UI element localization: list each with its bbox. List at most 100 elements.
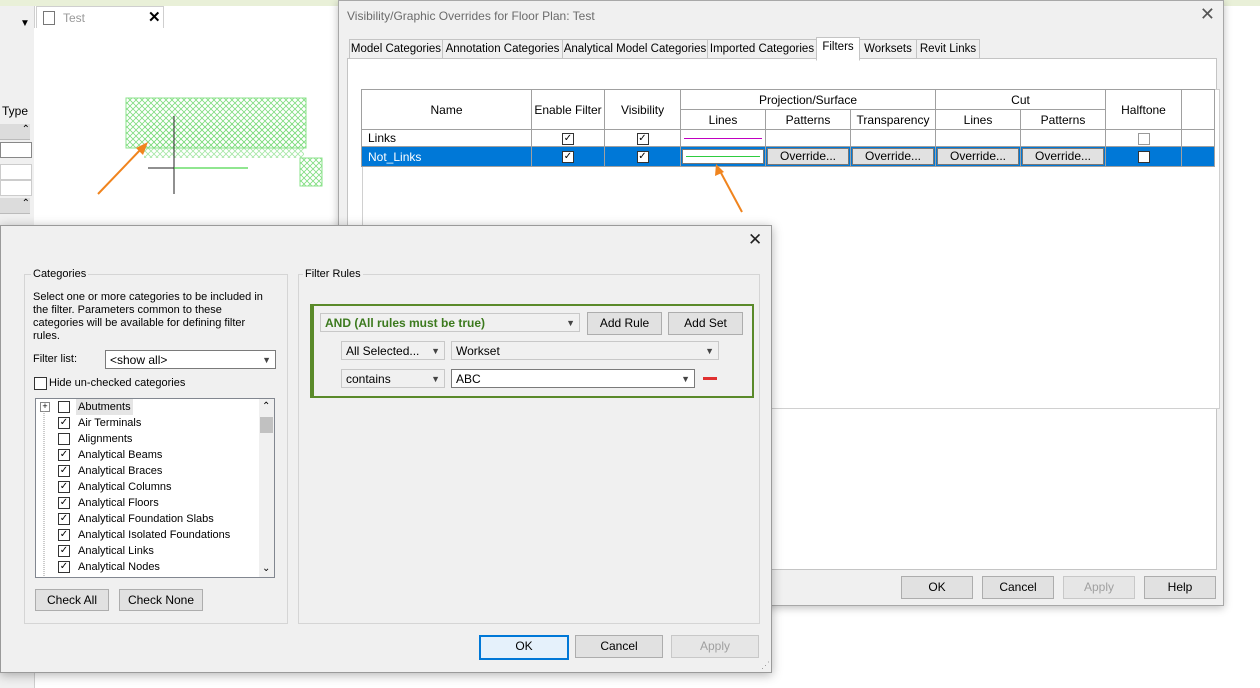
list-item[interactable]: + Abutments xyxy=(36,399,258,415)
list-scrollbar[interactable]: ⌃ ⌄ xyxy=(259,399,274,577)
apply-button[interactable]: Apply xyxy=(671,635,759,658)
annotation-arrow xyxy=(715,164,743,213)
chevron-down-icon: ▼ xyxy=(431,346,440,356)
ok-button[interactable]: OK xyxy=(479,635,569,660)
add-set-button[interactable]: Add Set xyxy=(668,312,743,335)
filter-list-dropdown[interactable]: <show all> ▼ xyxy=(105,350,276,369)
category-checkbox[interactable]: ✓ xyxy=(58,545,70,557)
list-item[interactable]: ✓ Analytical Columns xyxy=(36,479,258,495)
check-none-button[interactable]: Check None xyxy=(119,589,203,611)
property-field[interactable] xyxy=(0,164,32,180)
list-item[interactable]: ✓ Analytical Braces xyxy=(36,463,258,479)
filter-name-cell[interactable]: Links xyxy=(361,129,532,147)
tab-imported-categories[interactable]: Imported Categories xyxy=(707,39,817,60)
col-empty-header xyxy=(1181,89,1215,130)
property-field[interactable] xyxy=(0,180,32,196)
remove-rule-icon[interactable] xyxy=(703,377,717,380)
list-item[interactable]: ✓ Analytical Foundation Slabs xyxy=(36,511,258,527)
list-item[interactable]: ✓ Analytical Nodes xyxy=(36,559,258,575)
category-checkbox[interactable] xyxy=(58,401,70,413)
filter-name-cell[interactable]: Not_Links xyxy=(361,146,532,167)
hide-unchecked-checkbox[interactable] xyxy=(34,377,47,390)
parameter-dropdown[interactable]: Workset ▼ xyxy=(451,341,719,360)
category-checkbox[interactable]: ✓ xyxy=(58,513,70,525)
tab-worksets[interactable]: Worksets xyxy=(859,39,917,60)
list-item[interactable]: Alignments xyxy=(36,431,258,447)
table-row-selected[interactable]: Not_Links ✓ ✓ Override... Override... Ov… xyxy=(361,146,1215,167)
add-rule-button[interactable]: Add Rule xyxy=(587,312,662,335)
tab-annotation-categories[interactable]: Annotation Categories xyxy=(442,39,563,60)
help-button[interactable]: Help xyxy=(1144,576,1216,599)
collapse-icon[interactable]: ⌃ xyxy=(0,198,30,214)
halftone-checkbox[interactable] xyxy=(1137,151,1150,164)
resize-grip-icon[interactable]: ⋰ xyxy=(761,660,770,671)
tab-model-categories[interactable]: Model Categories xyxy=(349,39,443,60)
category-checkbox[interactable]: ✓ xyxy=(58,529,70,541)
col-visibility-header[interactable]: Visibility xyxy=(604,89,681,130)
scroll-thumb[interactable] xyxy=(260,417,273,433)
category-checkbox[interactable] xyxy=(58,433,70,445)
close-icon[interactable]: ✕ xyxy=(148,8,161,26)
projection-patterns-cell[interactable] xyxy=(765,129,851,147)
category-label: Analytical Links xyxy=(78,545,154,557)
category-label: Analytical Isolated Foundations xyxy=(78,529,231,541)
list-item[interactable]: ✓ Analytical Beams xyxy=(36,447,258,463)
line-swatch xyxy=(686,156,760,157)
enable-filter-checkbox[interactable]: ✓ xyxy=(562,151,574,164)
category-checkbox[interactable]: ✓ xyxy=(58,465,70,477)
dropdown-arrow-icon[interactable]: ▼ xyxy=(20,18,30,29)
rule-value-input[interactable]: ABC ▼ xyxy=(451,369,695,388)
chevron-down-icon: ▼ xyxy=(681,374,690,384)
col-transparency-header: Transparency xyxy=(850,109,936,130)
col-name-header[interactable]: Name xyxy=(361,89,532,130)
visibility-checkbox[interactable]: ✓ xyxy=(636,151,649,164)
col-enable-filter-header[interactable]: Enable Filter xyxy=(531,89,605,130)
tree-lines xyxy=(43,411,45,577)
categories-list[interactable]: + Abutments ✓ Air Terminals Alignments ✓ A… xyxy=(35,398,275,578)
parameter-value: Workset xyxy=(456,344,500,358)
tab-revit-links[interactable]: Revit Links xyxy=(916,39,980,60)
override-button[interactable]: Override... xyxy=(767,148,849,165)
projection-lines-cell[interactable] xyxy=(680,129,766,147)
ok-button[interactable]: OK xyxy=(901,576,973,599)
col-halftone-header[interactable]: Halftone xyxy=(1105,89,1182,130)
property-field[interactable] xyxy=(0,142,32,158)
cut-lines-cell[interactable] xyxy=(935,129,1021,147)
operator-dropdown[interactable]: AND (All rules must be true) ▼ xyxy=(320,313,580,332)
drawing-svg xyxy=(125,97,323,194)
enable-filter-checkbox[interactable]: ✓ xyxy=(562,132,574,145)
tab-analytical-model-categories[interactable]: Analytical Model Categories xyxy=(562,39,708,60)
view-tab-test[interactable]: Test ✕ xyxy=(36,6,164,29)
scroll-down-icon[interactable]: ⌄ xyxy=(262,563,270,574)
category-checkbox[interactable]: ✓ xyxy=(58,481,70,493)
condition-dropdown[interactable]: contains ▼ xyxy=(341,369,445,388)
halftone-checkbox[interactable] xyxy=(1137,132,1150,145)
cut-patterns-cell[interactable] xyxy=(1020,129,1106,147)
cancel-button[interactable]: Cancel xyxy=(575,635,663,658)
drawing-canvas[interactable] xyxy=(34,28,340,228)
list-item[interactable]: ✓ Analytical Links xyxy=(36,543,258,559)
override-button[interactable]: Override... xyxy=(1022,148,1104,165)
category-checkbox[interactable]: ✓ xyxy=(58,449,70,461)
table-row[interactable]: Links ✓ ✓ xyxy=(361,129,1215,147)
visibility-checkbox[interactable]: ✓ xyxy=(636,132,649,145)
check-all-button[interactable]: Check All xyxy=(35,589,109,611)
override-button[interactable]: Override... xyxy=(852,148,934,165)
list-item[interactable]: ✓ Analytical Floors xyxy=(36,495,258,511)
override-button[interactable]: Override... xyxy=(937,148,1019,165)
category-scope-dropdown[interactable]: All Selected... ▼ xyxy=(341,341,445,360)
close-icon[interactable]: ✕ xyxy=(748,230,762,250)
cancel-button[interactable]: Cancel xyxy=(982,576,1054,599)
list-item[interactable]: ✓ Air Terminals xyxy=(36,415,258,431)
category-checkbox[interactable]: ✓ xyxy=(58,417,70,429)
apply-button[interactable]: Apply xyxy=(1063,576,1135,599)
list-item[interactable]: ✓ Analytical Isolated Foundations xyxy=(36,527,258,543)
close-icon[interactable]: ✕ xyxy=(1200,4,1215,25)
scroll-up-icon[interactable]: ⌃ xyxy=(262,401,270,412)
tab-filters[interactable]: Filters xyxy=(816,37,860,61)
category-label: Abutments xyxy=(76,399,133,415)
transparency-cell[interactable] xyxy=(850,129,936,147)
collapse-icon[interactable]: ⌃ xyxy=(0,124,30,140)
category-checkbox[interactable]: ✓ xyxy=(58,561,70,573)
category-checkbox[interactable]: ✓ xyxy=(58,497,70,509)
